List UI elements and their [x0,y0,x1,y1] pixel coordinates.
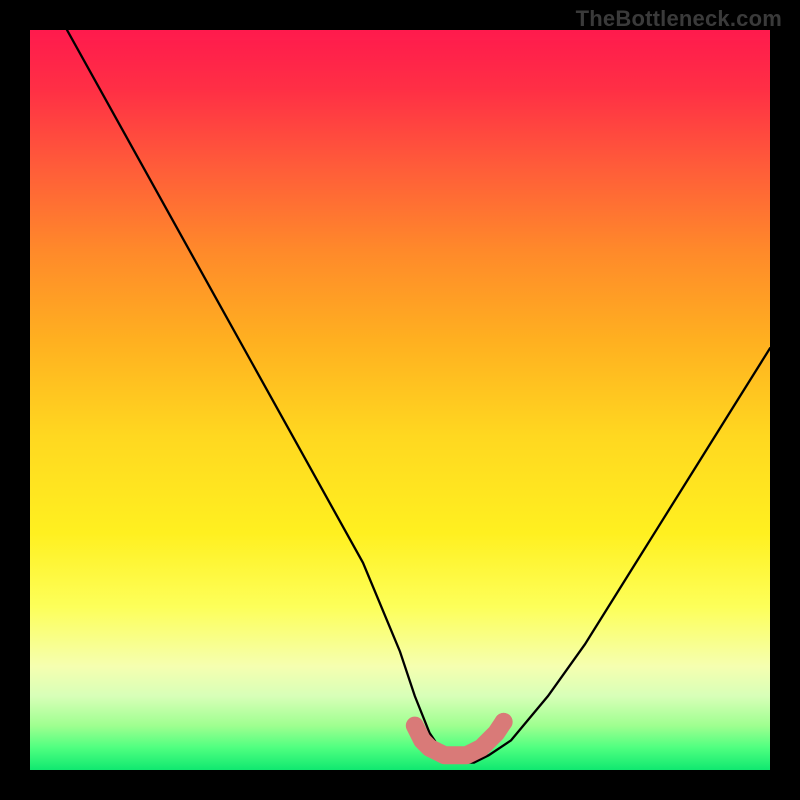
watermark-text: TheBottleneck.com [576,6,782,32]
plot-area [30,30,770,770]
chart-frame: TheBottleneck.com [0,0,800,800]
curve-svg [30,30,770,770]
bottleneck-curve [67,30,770,763]
